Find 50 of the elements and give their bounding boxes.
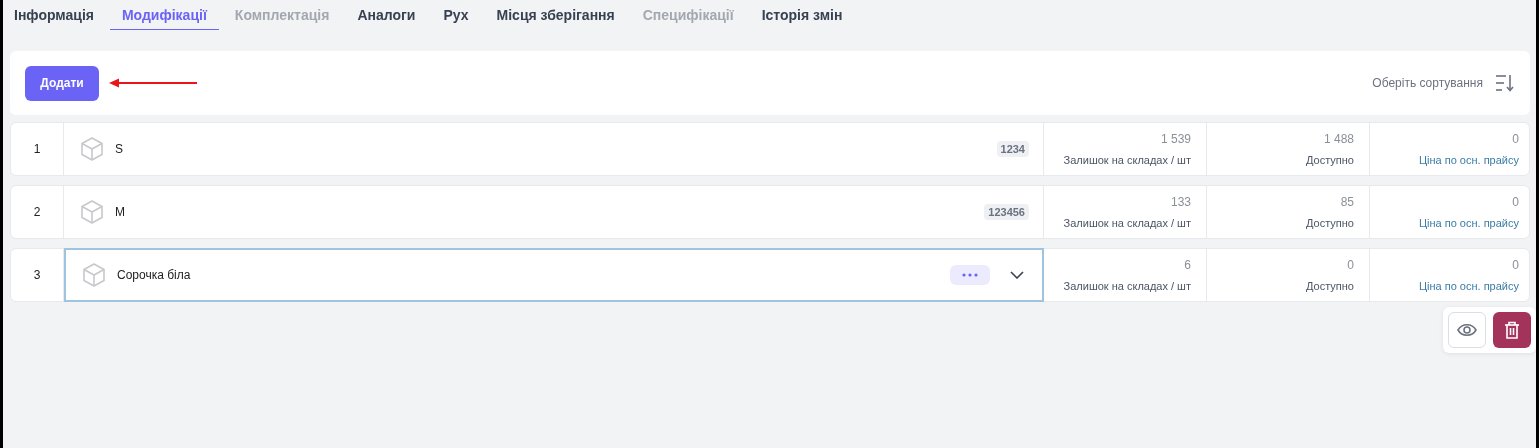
row-number: 3 — [11, 249, 64, 301]
name-cell[interactable]: S 1234 — [64, 123, 1044, 175]
delete-button[interactable] — [1493, 312, 1531, 348]
available-value: 0 — [1347, 258, 1354, 272]
add-button[interactable]: Додати — [25, 65, 99, 101]
available-value: 85 — [1340, 195, 1354, 209]
code-tag: 123456 — [984, 204, 1029, 220]
row-card[interactable]: 1 S 1234 1 539 Залишок на складах / шт 1 488 Доступно 0 Ціна по осн. прайсу — [10, 122, 1530, 176]
eye-icon — [1457, 323, 1477, 337]
more-icon — [962, 273, 978, 277]
available-label: Доступно — [1306, 280, 1354, 292]
available-label: Доступно — [1306, 154, 1354, 166]
sort-dropdown[interactable]: Оберіть сортування — [1372, 74, 1515, 92]
stock-value: 133 — [1170, 195, 1191, 209]
view-button[interactable] — [1448, 312, 1486, 348]
tab[interactable]: Історія змін — [749, 0, 855, 27]
box-icon — [79, 136, 105, 162]
price-value: 0 — [1512, 132, 1519, 146]
stock-label: Залишок на складах / шт — [1063, 280, 1191, 292]
box-icon — [81, 262, 107, 288]
row-card[interactable]: 3 Сорочка біла 6 Залишок на складах / шт 0 Доступно 0 Ціна по осн. прайсу — [10, 248, 1530, 302]
name-cell[interactable]: Сорочка біла — [64, 248, 1044, 302]
price-value: 0 — [1512, 258, 1519, 272]
item-name: S — [115, 142, 123, 156]
item-name: Сорочка біла — [117, 268, 191, 282]
stock-value: 1 539 — [1160, 132, 1191, 146]
box-icon — [79, 199, 105, 225]
tab[interactable]: Аналоги — [345, 0, 428, 27]
name-cell[interactable]: M 123456 — [64, 186, 1044, 238]
tab[interactable]: Місця зберігання — [484, 0, 627, 27]
stock-label: Залишок на складах / шт — [1063, 154, 1191, 166]
tab[interactable]: Модифікації — [109, 0, 219, 30]
stock-value: 6 — [1184, 258, 1191, 272]
code-tag: 1234 — [996, 141, 1029, 157]
price-label: Ціна по осн. прайсу — [1418, 217, 1519, 229]
available-value: 1 488 — [1323, 132, 1354, 146]
stock-label: Залишок на складах / шт — [1063, 217, 1191, 229]
item-name: M — [115, 205, 125, 219]
available-label: Доступно — [1306, 217, 1354, 229]
price-label: Ціна по осн. прайсу — [1418, 154, 1519, 166]
row-number: 2 — [11, 186, 64, 238]
chevron-down-icon[interactable] — [1010, 271, 1024, 279]
price-value: 0 — [1512, 195, 1519, 209]
row-card[interactable]: 2 M 123456 133 Залишок на складах / шт 85 Доступно 0 Ціна по осн. прайсу — [10, 185, 1530, 239]
sort-icon — [1495, 74, 1515, 92]
tab[interactable]: Інформація — [14, 0, 106, 27]
row-number: 1 — [11, 123, 64, 175]
trash-icon — [1504, 321, 1520, 339]
price-label: Ціна по осн. прайсу — [1418, 280, 1519, 292]
tab[interactable]: Рух — [431, 0, 481, 27]
